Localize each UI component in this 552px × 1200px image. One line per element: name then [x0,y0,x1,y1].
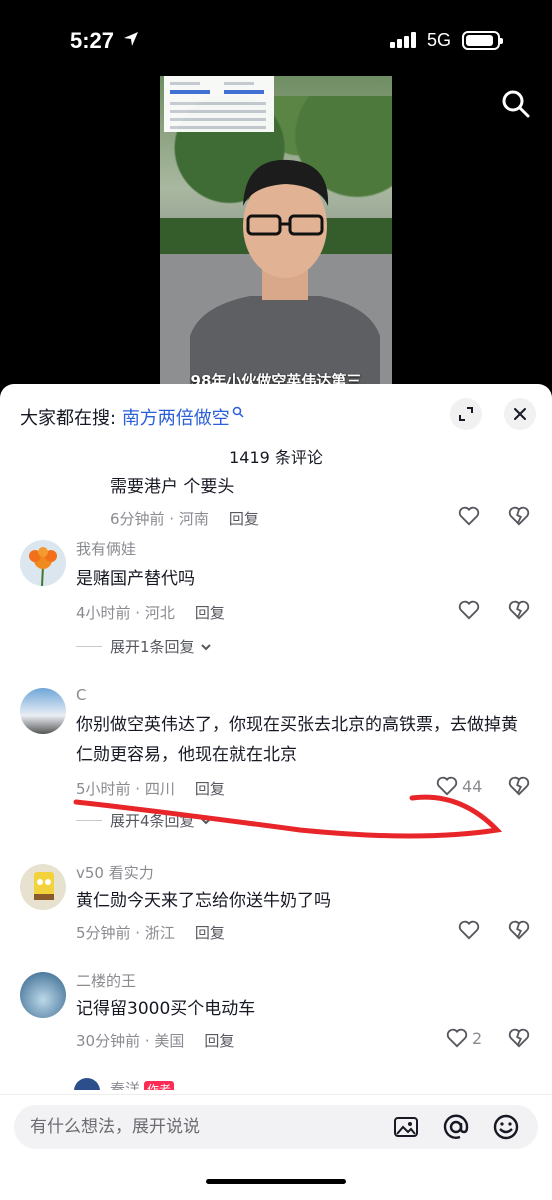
video-person [190,159,380,396]
comment-username[interactable]: C [76,686,86,704]
comment-time-location: 5分钟前 · 浙江 [76,924,175,942]
heart-icon [446,1028,468,1048]
like-count: 2 [472,1028,483,1048]
heart-icon [458,920,480,940]
reply-button[interactable]: 回复 [195,780,225,798]
reply-button[interactable]: 回复 [204,1032,234,1050]
chevron-down-icon [200,643,211,650]
like-count: 44 [462,776,483,796]
comment-meta: 6分钟前 · 河南 回复 [110,508,259,529]
comment-username[interactable]: v50 看实力 [76,862,154,883]
comment-input-bar [0,1094,552,1200]
comment-input-box[interactable] [14,1105,538,1149]
reply-button[interactable]: 回复 [195,604,225,622]
comment-sheet: 大家都在搜: 南方两倍做空 1419 条评论 需要港户 个要头 6分钟前 · 河… [0,384,552,1200]
comment-text: 是赌国产替代吗 [76,569,195,589]
network-type: 5G [427,30,452,50]
location-arrow-icon [124,32,138,46]
comment-username[interactable]: 二楼的王 [76,970,136,991]
search-suggestion[interactable]: 大家都在搜: 南方两倍做空 [20,404,244,430]
search-suggestion-keyword[interactable]: 南方两倍做空 [122,408,230,429]
status-bar: 5:27 5G [0,0,552,80]
avatar[interactable] [20,688,66,734]
dislike-icon[interactable] [508,920,530,940]
comment-time-location: 6分钟前 · 河南 [110,510,209,528]
comment-username[interactable]: 秦洋 作者 [110,1078,175,1090]
video-player[interactable]: 98年小伙做空英伟达第三 [160,76,392,396]
avatar[interactable] [20,864,66,910]
close-icon [514,408,526,420]
signal-icon [390,32,416,48]
avatar[interactable] [20,540,66,586]
avatar[interactable] [74,1078,100,1090]
comment-meta: 5分钟前 · 浙江 回复 [76,922,225,943]
heart-icon [458,506,480,526]
mention-icon[interactable] [442,1113,470,1141]
emoji-icon[interactable] [492,1113,520,1141]
expand-replies-label: 展开1条回复 [110,638,195,656]
search-icon[interactable] [500,88,532,120]
image-icon[interactable] [392,1113,420,1141]
author-badge: 作者 [144,1081,175,1090]
comment-meta: 4小时前 · 河北 回复 [76,602,225,623]
comment-count: 1419 条评论 [229,448,323,467]
comment-text: 需要港户 个要头 [110,477,235,497]
expand-replies-button[interactable]: 展开1条回复 [76,636,213,657]
dislike-icon[interactable] [508,600,530,620]
comment-username[interactable]: 我有俩娃 [76,538,136,559]
comment-time-location: 5小时前 · 四川 [76,780,175,798]
reply-button[interactable]: 回复 [229,510,259,528]
status-time: 5:27 [70,28,115,53]
flower-avatar-icon [29,547,57,586]
comment-input[interactable] [30,1105,370,1149]
dislike-icon[interactable] [508,776,530,796]
heart-icon [436,776,458,796]
heart-icon [458,600,480,620]
expand-sheet-button[interactable] [450,398,482,430]
chevron-down-icon [200,817,211,824]
like-button[interactable]: 44 [436,776,482,796]
comment-sheet-header: 大家都在搜: 南方两倍做空 [0,384,552,444]
cartoon-avatar-icon [34,872,54,900]
like-button[interactable]: 2 [446,1028,482,1048]
expand-icon [459,407,473,421]
battery-icon [462,31,503,50]
video-overlay-stock-screenshot [164,76,274,132]
reply-button[interactable]: 回复 [195,924,225,942]
like-button[interactable] [458,506,480,526]
avatar[interactable] [20,972,66,1018]
comment-list[interactable]: 需要港户 个要头 6分钟前 · 河南 回复 我有俩娃 是赌国产替代吗 4小时前 ·… [0,470,552,1090]
comment-text: 黄仁勋今天来了忘给你送牛奶了吗 [76,891,331,911]
home-indicator[interactable] [206,1179,346,1184]
like-button[interactable] [458,920,480,940]
search-small-icon [232,406,244,418]
comment-time-location: 30分钟前 · 美国 [76,1032,185,1050]
comment-text: 记得留3000买个电动车 [76,999,256,1019]
close-sheet-button[interactable] [504,398,536,430]
dislike-icon[interactable] [508,506,530,526]
comment-username-text: 秦洋 [110,1080,141,1090]
comment-time-location: 4小时前 · 河北 [76,604,175,622]
comment-meta: 30分钟前 · 美国 回复 [76,1030,234,1051]
expand-replies-label: 展开4条回复 [110,812,195,830]
comment-meta: 5小时前 · 四川 回复 [76,778,225,799]
expand-replies-button[interactable]: 展开4条回复 [76,810,213,831]
search-suggestion-prefix: 大家都在搜: [20,408,117,429]
dislike-icon[interactable] [508,1028,530,1048]
comment-text: 你别做空英伟达了，你现在买张去北京的高铁票，去做掉黄仁勋更容易，他现在就在北京 [76,715,518,765]
like-button[interactable] [458,600,480,620]
